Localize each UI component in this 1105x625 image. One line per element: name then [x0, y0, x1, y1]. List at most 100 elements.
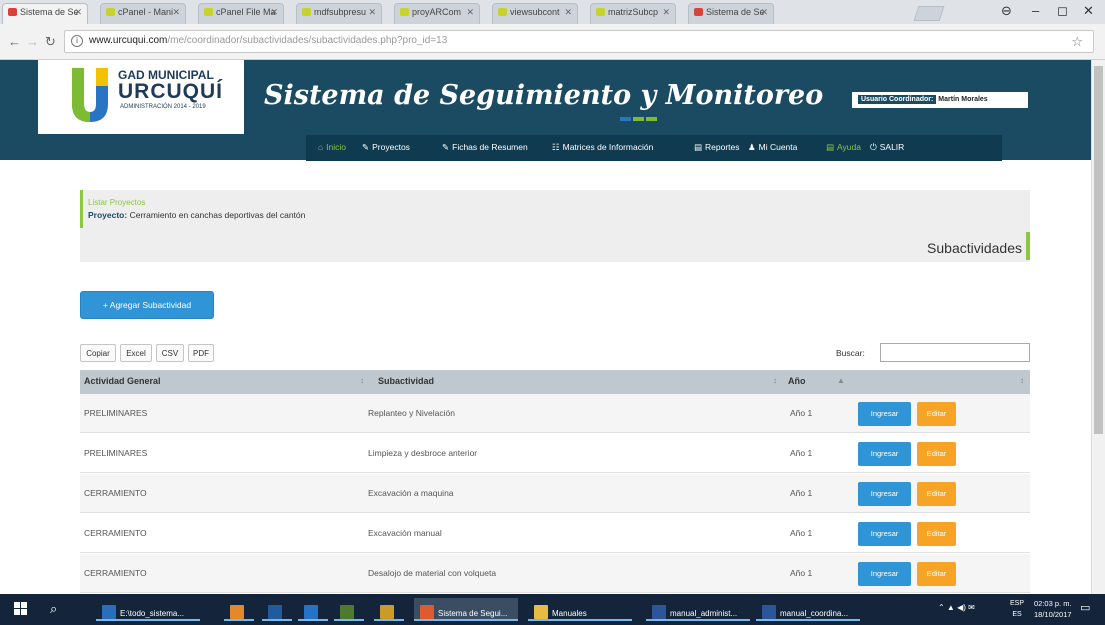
- menu-item-label: Mi Cuenta: [758, 142, 798, 152]
- reload-icon[interactable]: ↻: [45, 34, 56, 50]
- tab-favicon-icon: [694, 8, 703, 16]
- urcuqui-u-logo-icon: [72, 68, 108, 122]
- search-input[interactable]: [880, 343, 1030, 362]
- column-header-anio[interactable]: Año: [788, 376, 806, 386]
- clock[interactable]: 02:03 p. m. 18/10/2017: [1034, 598, 1072, 620]
- browser-tab[interactable]: matrizSubcp ✕: [590, 3, 676, 24]
- tab-close-icon[interactable]: ✕: [74, 7, 82, 18]
- address-bar: ← → ↻ i www.urcuqui.com/me/coordinador/s…: [0, 24, 1105, 60]
- cell-anio: Año 1: [790, 528, 813, 538]
- close-window-icon[interactable]: ✕: [1083, 3, 1094, 19]
- menu-item-proyectos[interactable]: ✎ Proyectos: [362, 142, 410, 153]
- editar-button[interactable]: Editar: [917, 402, 956, 426]
- taskbar-app[interactable]: [298, 598, 328, 621]
- taskbar-app[interactable]: [224, 598, 254, 621]
- search-icon[interactable]: ⌕: [50, 601, 57, 617]
- column-header-actividad[interactable]: Actividad General: [84, 376, 161, 386]
- site-header: GAD MUNICIPAL URCUQUÍ ADMINISTRACIÓN 201…: [0, 60, 1105, 161]
- add-subactivity-button[interactable]: + Agregar Subactividad: [80, 291, 214, 319]
- scrollbar-thumb[interactable]: [1094, 66, 1103, 434]
- ingresar-button[interactable]: Ingresar: [858, 522, 911, 546]
- editar-button[interactable]: Editar: [917, 442, 956, 466]
- column-header-subactividad[interactable]: Subactividad: [378, 376, 434, 386]
- editar-button[interactable]: Editar: [917, 482, 956, 506]
- tab-favicon-icon: [106, 8, 115, 16]
- sort-icon[interactable]: ▲: [837, 376, 845, 385]
- sort-icon[interactable]: ↕: [360, 376, 364, 385]
- tab-close-icon[interactable]: ✕: [564, 7, 572, 18]
- menu-item-label: Proyectos: [372, 142, 410, 152]
- cell-actividad: PRELIMINARES: [84, 408, 148, 418]
- ingresar-button[interactable]: Ingresar: [858, 482, 911, 506]
- menu-item-reportes[interactable]: ▤ Reportes: [694, 142, 740, 153]
- tab-close-icon[interactable]: ✕: [466, 7, 474, 18]
- back-icon[interactable]: ←: [8, 34, 21, 49]
- pdf-button[interactable]: PDF: [188, 344, 214, 362]
- menu-item-ayuda[interactable]: ▤ Ayuda: [826, 142, 861, 153]
- cell-subactividad: Desalojo de material con volqueta: [368, 568, 497, 578]
- tab-close-icon[interactable]: ✕: [662, 7, 670, 18]
- csv-button[interactable]: CSV: [156, 344, 184, 362]
- forward-icon[interactable]: →: [26, 34, 39, 49]
- bookmark-star-icon[interactable]: ☆: [1071, 34, 1083, 50]
- browser-tab[interactable]: viewsubcont ✕: [492, 3, 578, 24]
- taskbar-app[interactable]: [262, 598, 292, 621]
- editar-button[interactable]: Editar: [917, 562, 956, 586]
- ingresar-button[interactable]: Ingresar: [858, 562, 911, 586]
- profile-icon[interactable]: ⊖: [1001, 3, 1012, 19]
- taskbar-app[interactable]: [334, 598, 364, 621]
- tab-close-icon[interactable]: ✕: [270, 7, 278, 18]
- language-indicator[interactable]: ESP ES: [1010, 598, 1024, 620]
- power-icon: ⏻: [870, 142, 877, 152]
- table-header: Actividad General ↕ Subactividad ↕ Año ▲…: [80, 370, 1030, 394]
- sort-icon[interactable]: ↕: [1020, 376, 1024, 385]
- taskbar-app[interactable]: Sistema de Segui...: [414, 598, 518, 621]
- info-icon[interactable]: i: [71, 35, 83, 47]
- excel-button[interactable]: Excel: [120, 344, 152, 362]
- table-row: CERRAMIENTO Excavación a maquina Año 1 Ingr…: [80, 474, 1030, 513]
- menu-item-fichas-de-resumen[interactable]: ✎ Fichas de Resumen: [442, 142, 528, 153]
- tab-close-icon[interactable]: ✕: [368, 7, 376, 18]
- notifications-icon[interactable]: ▭: [1080, 601, 1090, 614]
- menu-item-matrices-de-informaci-n[interactable]: ☷ Matrices de Información: [552, 142, 653, 153]
- page-scrollbar[interactable]: [1091, 60, 1105, 594]
- browser-tab[interactable]: Sistema de Se ✕: [688, 3, 774, 24]
- sort-icon[interactable]: ↕: [773, 376, 777, 385]
- browser-tab[interactable]: cPanel File Ma ✕: [198, 3, 284, 24]
- browser-tab[interactable]: mdfsubpresu ✕: [296, 3, 382, 24]
- tray-icons[interactable]: ⌃ ▲ ◀) ✉: [938, 603, 975, 612]
- ingresar-button[interactable]: Ingresar: [858, 402, 911, 426]
- logo[interactable]: GAD MUNICIPAL URCUQUÍ ADMINISTRACIÓN 201…: [38, 60, 244, 134]
- taskbar-app[interactable]: [374, 598, 404, 621]
- minimize-icon[interactable]: –: [1032, 3, 1039, 18]
- maximize-icon[interactable]: ◻: [1057, 3, 1068, 19]
- project-label: Proyecto:: [88, 210, 128, 220]
- browser-tab[interactable]: Sistema de Se ✕: [2, 3, 88, 24]
- menu-item-inicio[interactable]: ⌂ Inicio: [318, 142, 346, 152]
- tab-close-icon[interactable]: ✕: [172, 7, 180, 18]
- copy-button[interactable]: Copiar: [80, 344, 116, 362]
- new-tab-button[interactable]: [913, 6, 945, 21]
- browser-tab[interactable]: proyARCom ✕: [394, 3, 480, 24]
- taskbar-app[interactable]: manual_coordina...: [756, 598, 860, 621]
- tab-label: cPanel - Mani: [118, 7, 174, 17]
- menu-item-mi-cuenta[interactable]: ♟ Mi Cuenta: [748, 142, 797, 153]
- editar-button[interactable]: Editar: [917, 522, 956, 546]
- menu-item-salir[interactable]: ⏻ SALIR: [870, 142, 904, 153]
- ingresar-button[interactable]: Ingresar: [858, 442, 911, 466]
- breadcrumb-link-list-projects[interactable]: Listar Proyectos: [88, 198, 145, 207]
- windows-taskbar: ⌕ ⌃ ▲ ◀) ✉ ESP ES 02:03 p. m. 18/10/2017…: [0, 594, 1105, 625]
- cell-anio: Año 1: [790, 488, 813, 498]
- browser-tab[interactable]: cPanel - Mani ✕: [100, 3, 186, 24]
- taskbar-app[interactable]: E:\todo_sistema...: [96, 598, 200, 621]
- pencil-icon: ✎: [442, 142, 450, 152]
- document-icon: ▤: [826, 142, 835, 152]
- taskbar-app[interactable]: manual_administ...: [646, 598, 750, 621]
- url-field[interactable]: i www.urcuqui.com/me/coordinador/subacti…: [64, 30, 1094, 53]
- windows-start-icon[interactable]: [14, 602, 28, 616]
- tab-close-icon[interactable]: ✕: [760, 7, 768, 18]
- cell-actividad: CERRAMIENTO: [84, 488, 147, 498]
- clock-time: 02:03 p. m.: [1034, 599, 1072, 608]
- taskbar-app[interactable]: Manuales: [528, 598, 632, 621]
- taskbar-app-label: Sistema de Segui...: [438, 609, 508, 618]
